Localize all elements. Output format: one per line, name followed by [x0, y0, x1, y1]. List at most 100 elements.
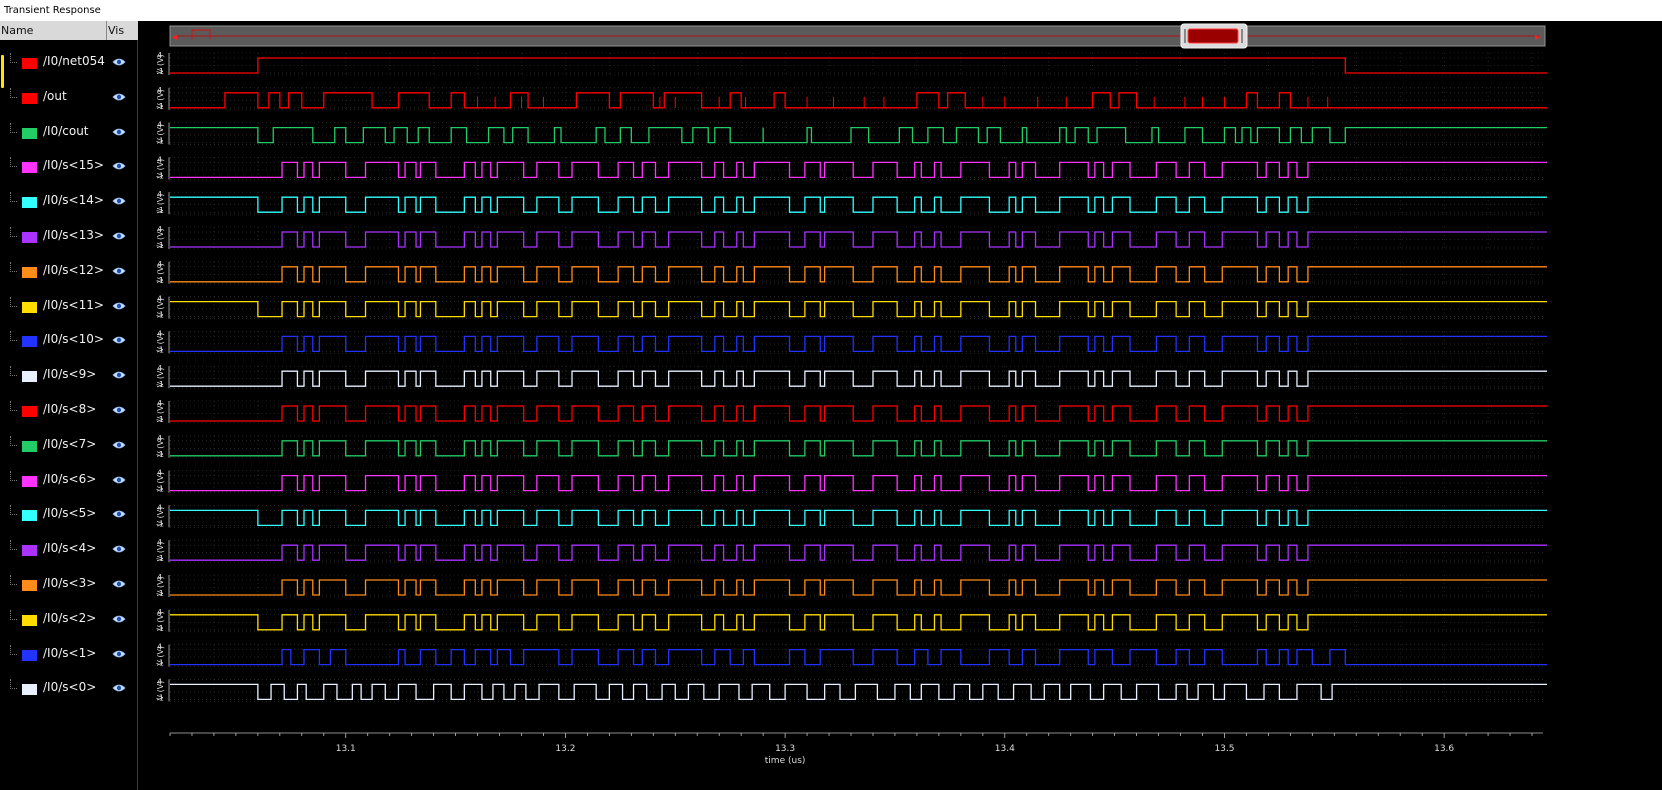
signal-color-swatch[interactable]: [22, 440, 37, 452]
tree-connector: [10, 331, 17, 342]
signal-row[interactable]: /I0/s<9>: [0, 358, 138, 394]
visibility-eye-icon[interactable]: [112, 405, 126, 415]
signal-row[interactable]: /I0/s<7>: [0, 428, 138, 464]
signal-row[interactable]: /I0/s<13>: [0, 219, 138, 255]
name-column-header[interactable]: Name: [1, 21, 107, 40]
signal-name[interactable]: /I0/s<9>: [43, 367, 96, 381]
signal-color-swatch[interactable]: [22, 510, 37, 522]
visibility-eye-icon[interactable]: [112, 509, 126, 519]
signal-name[interactable]: /I0/s<4>: [43, 541, 96, 555]
signal-color-swatch[interactable]: [22, 580, 37, 591]
signal-name[interactable]: /I0/s<5>: [43, 506, 96, 520]
visibility-eye-icon[interactable]: [112, 127, 126, 137]
vis-column-header[interactable]: Vis: [108, 21, 136, 40]
visibility-eye-icon[interactable]: [112, 544, 126, 554]
visibility-eye-icon[interactable]: [112, 370, 126, 380]
signal-name[interactable]: /out: [43, 89, 67, 103]
visibility-eye-icon[interactable]: [112, 579, 126, 589]
navigator-thumb-window[interactable]: [1187, 28, 1239, 44]
y-axis-label: V (V): [156, 159, 165, 179]
y-axis-label: V (V): [156, 228, 165, 248]
signal-name[interactable]: /I0/s<0>: [43, 680, 96, 694]
y-axis-label: V (V): [156, 193, 165, 213]
visibility-eye-icon[interactable]: [112, 301, 126, 311]
signal-name[interactable]: /I0/s<8>: [43, 402, 96, 416]
waveform-chart[interactable]: ◂ ▸4-1V (V)4-1V (V)4-1V (V)4-1V (V)4-1V (…: [138, 21, 1662, 790]
signal-row[interactable]: /I0/s<3>: [0, 567, 138, 603]
tree-connector: [10, 609, 17, 620]
signal-color-swatch[interactable]: [22, 614, 37, 626]
y-axis-label: V (V): [156, 507, 165, 527]
signal-row[interactable]: /I0/s<10>: [0, 323, 138, 359]
visibility-eye-icon[interactable]: [112, 335, 126, 345]
signal-row[interactable]: /I0/s<1>: [0, 637, 138, 673]
visibility-eye-icon[interactable]: [112, 649, 126, 659]
signal-list-header: Name Vis: [0, 21, 138, 40]
signal-color-swatch[interactable]: [22, 92, 37, 104]
navigator-right-arrow[interactable]: ▸: [1535, 32, 1540, 43]
signal-color-swatch[interactable]: [22, 371, 37, 383]
tree-connector: [10, 296, 17, 307]
signal-row[interactable]: /out: [0, 80, 138, 116]
signal-name[interactable]: /I0/s<15>: [43, 158, 104, 172]
signal-name[interactable]: /I0/s<6>: [43, 472, 96, 486]
signal-name[interactable]: /I0/s<12>: [43, 263, 104, 277]
visibility-eye-icon[interactable]: [112, 231, 126, 241]
signal-name[interactable]: /I0/s<11>: [43, 298, 104, 312]
tree-connector: [10, 575, 17, 585]
signal-row[interactable]: /I0/s<14>: [0, 184, 138, 220]
signal-name[interactable]: /I0/s<10>: [43, 332, 104, 346]
signal-color-swatch[interactable]: [22, 649, 37, 661]
signal-row[interactable]: /I0/s<8>: [0, 393, 138, 429]
signal-name[interactable]: /I0/s<1>: [43, 646, 96, 660]
visibility-eye-icon[interactable]: [112, 683, 126, 693]
visibility-eye-icon[interactable]: [112, 92, 126, 102]
visibility-eye-icon[interactable]: [112, 161, 126, 171]
signal-name[interactable]: /I0/s<13>: [43, 228, 104, 242]
signal-color-swatch[interactable]: [22, 266, 37, 278]
signal-color-swatch[interactable]: [22, 58, 37, 69]
signal-color-swatch[interactable]: [22, 301, 37, 313]
signal-row[interactable]: /I0/s<12>: [0, 254, 138, 290]
visibility-eye-icon[interactable]: [112, 614, 126, 624]
signal-color-swatch[interactable]: [22, 197, 37, 209]
signal-list-panel: Name Vis /I0/net054/out/I0/cout/I0/s<15>…: [0, 21, 138, 790]
tree-connector: [10, 157, 17, 168]
signal-color-swatch[interactable]: [22, 127, 37, 139]
navigator-left-arrow[interactable]: ◂: [172, 32, 177, 43]
signal-name[interactable]: /I0/net054: [43, 54, 105, 68]
visibility-eye-icon[interactable]: [112, 266, 126, 276]
visibility-eye-icon[interactable]: [112, 196, 126, 206]
signal-row[interactable]: /I0/s<2>: [0, 602, 138, 638]
signal-row[interactable]: /I0/s<5>: [0, 497, 138, 533]
signal-color-swatch[interactable]: [22, 406, 37, 417]
signal-row[interactable]: /I0/s<11>: [0, 289, 138, 325]
signal-row[interactable]: /I0/s<6>: [0, 463, 138, 499]
signal-name[interactable]: /I0/s<2>: [43, 611, 96, 625]
tree-connector: [10, 470, 17, 481]
signal-color-swatch[interactable]: [22, 336, 37, 348]
visibility-eye-icon[interactable]: [112, 440, 126, 450]
signal-color-swatch[interactable]: [22, 162, 37, 174]
signal-color-swatch[interactable]: [22, 232, 37, 243]
signal-name[interactable]: /I0/s<3>: [43, 576, 96, 590]
waveform-plot-area[interactable]: ◂ ▸ 4 -1 V (V) 4 -1 V (V) 4 -1 V (V) 4 -1 V (V) 4 -1 V (…: [138, 21, 1662, 790]
signal-color-swatch[interactable]: [22, 684, 37, 696]
tree-connector: [10, 192, 17, 203]
y-axis-label: V (V): [156, 541, 165, 561]
signal-name[interactable]: /I0/s<14>: [43, 193, 104, 207]
signal-row[interactable]: /I0/net054: [0, 45, 138, 81]
visibility-eye-icon[interactable]: [112, 57, 126, 67]
signal-color-swatch[interactable]: [22, 475, 37, 487]
signal-row[interactable]: /I0/cout: [0, 115, 138, 151]
tree-connector: [10, 261, 17, 272]
tree-connector: [10, 87, 17, 98]
signal-row[interactable]: /I0/s<0>: [0, 671, 138, 707]
signal-name[interactable]: /I0/cout: [43, 124, 89, 138]
signal-row[interactable]: /I0/s<4>: [0, 532, 138, 568]
tree-connector: [10, 505, 17, 516]
signal-name[interactable]: /I0/s<7>: [43, 437, 96, 451]
signal-row[interactable]: /I0/s<15>: [0, 149, 138, 185]
signal-color-swatch[interactable]: [22, 545, 37, 557]
visibility-eye-icon[interactable]: [112, 475, 126, 485]
